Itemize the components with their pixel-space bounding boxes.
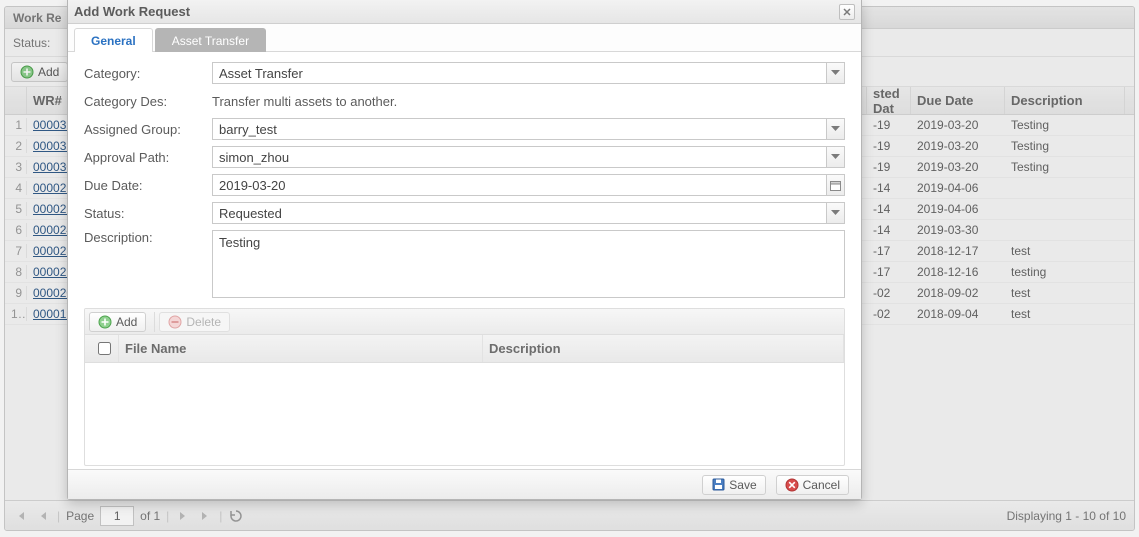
- assigned-group-label: Assigned Group:: [84, 122, 212, 137]
- minus-circle-icon: [168, 315, 182, 329]
- approval-path-select[interactable]: [212, 146, 845, 168]
- category-select[interactable]: [212, 62, 845, 84]
- attachments-header: File Name Description: [85, 335, 844, 363]
- calendar-icon[interactable]: [826, 175, 844, 195]
- status-input[interactable]: [213, 203, 826, 223]
- chevron-down-icon[interactable]: [826, 147, 844, 167]
- dialog-footer: Save Cancel: [68, 469, 861, 499]
- chevron-down-icon[interactable]: [826, 119, 844, 139]
- approval-path-label: Approval Path:: [84, 150, 212, 165]
- category-desc-label: Category Des:: [84, 94, 212, 109]
- description-textarea[interactable]: [212, 230, 845, 298]
- close-icon[interactable]: [839, 4, 855, 20]
- status-select[interactable]: [212, 202, 845, 224]
- dialog-title: Add Work Request: [74, 4, 190, 19]
- approval-path-input[interactable]: [213, 147, 826, 167]
- chevron-down-icon[interactable]: [826, 203, 844, 223]
- col-file-desc[interactable]: Description: [483, 335, 844, 362]
- tab-bar: General Asset Transfer: [68, 24, 861, 52]
- description-label: Description:: [84, 230, 212, 245]
- cancel-icon: [785, 478, 799, 492]
- select-all-checkbox[interactable]: [98, 342, 111, 355]
- attachments-panel: Add Delete File Name Description: [84, 308, 845, 466]
- attachments-body: [85, 363, 844, 465]
- tab-general[interactable]: General: [74, 28, 153, 52]
- cancel-button[interactable]: Cancel: [776, 475, 849, 495]
- col-file-name[interactable]: File Name: [119, 335, 483, 362]
- chevron-down-icon[interactable]: [826, 63, 844, 83]
- col-checkbox[interactable]: [85, 335, 119, 362]
- status-field-label: Status:: [84, 206, 212, 221]
- due-date-input[interactable]: [213, 175, 826, 195]
- file-delete-button[interactable]: Delete: [159, 312, 230, 332]
- due-date-label: Due Date:: [84, 178, 212, 193]
- save-button[interactable]: Save: [702, 475, 765, 495]
- add-work-request-dialog: Add Work Request General Asset Transfer …: [67, 0, 862, 500]
- due-date-field[interactable]: [212, 174, 845, 196]
- general-form: Category: Category Des: Transfer multi a…: [68, 52, 861, 302]
- file-add-button[interactable]: Add: [89, 312, 146, 332]
- save-icon: [711, 478, 725, 492]
- category-desc-value: Transfer multi assets to another.: [212, 94, 397, 109]
- dialog-header: Add Work Request: [68, 0, 861, 24]
- assigned-group-input[interactable]: [213, 119, 826, 139]
- category-label: Category:: [84, 66, 212, 81]
- tab-asset-transfer[interactable]: Asset Transfer: [155, 28, 266, 52]
- assigned-group-select[interactable]: [212, 118, 845, 140]
- plus-circle-icon: [98, 315, 112, 329]
- attachments-toolbar: Add Delete: [85, 309, 844, 335]
- category-input[interactable]: [213, 63, 826, 83]
